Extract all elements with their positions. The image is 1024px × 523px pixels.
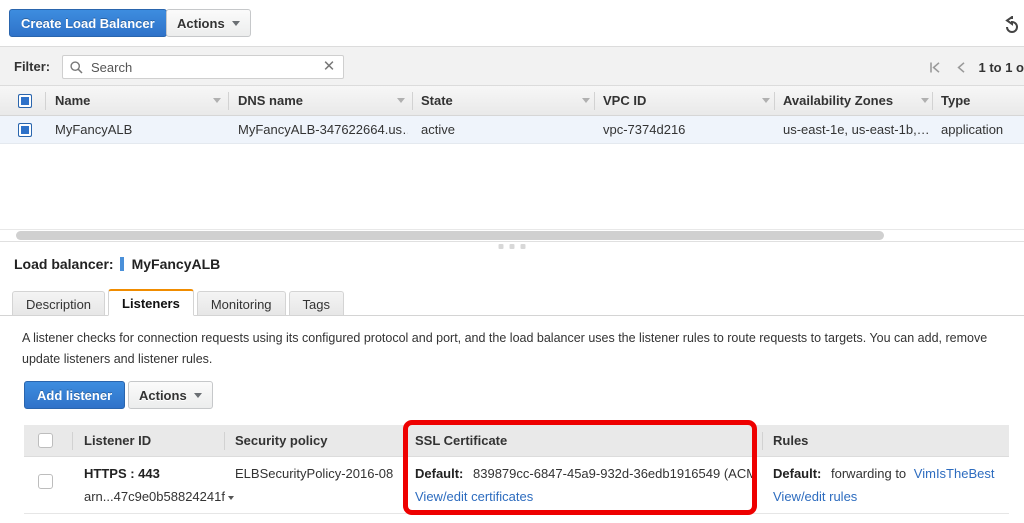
column-header-ssl-certificate[interactable]: SSL Certificate xyxy=(415,425,745,456)
cell-ssl-certificate: Default: 839879cc-6847-45a9-932d-36edb19… xyxy=(415,457,755,513)
listeners-header-row: Listener ID Security policy SSL Certific… xyxy=(24,425,1009,457)
detail-title-name: MyFancyALB xyxy=(131,256,221,272)
select-all-checkbox[interactable] xyxy=(18,86,40,115)
filter-label: Filter: xyxy=(14,59,51,74)
checkbox-icon xyxy=(38,474,53,489)
aws-elb-console-page: Create Load Balancer Actions Filter: ✕ xyxy=(0,0,1024,523)
cell-dns-name: MyFancyALB-347622664.us… xyxy=(238,122,408,137)
chevron-left-icon[interactable] xyxy=(948,55,974,79)
search-input[interactable] xyxy=(89,56,319,78)
listener-arn-text: arn...47c9e0b58824241f xyxy=(84,489,225,504)
actions-button-top[interactable]: Actions xyxy=(166,9,251,37)
tab-listeners[interactable]: Listeners xyxy=(108,289,194,316)
create-load-balancer-label: Create Load Balancer xyxy=(21,15,155,31)
actions-label-top: Actions xyxy=(177,15,225,31)
listener-row-checkbox[interactable] xyxy=(38,474,62,494)
column-header-listener-id[interactable]: Listener ID xyxy=(84,425,234,456)
description-line-2: update listeners and listener rules. xyxy=(22,352,213,366)
column-header-availability-zones[interactable]: Availability Zones xyxy=(783,86,933,115)
detail-tabs: Description Listeners Monitoring Tags xyxy=(12,289,347,316)
top-toolbar: Create Load Balancer Actions xyxy=(0,0,1024,46)
view-edit-rules-link[interactable]: View/edit rules xyxy=(773,489,857,504)
ssl-certificate-value: 839879cc-6847-45a9-932d-36edb1916549 (AC… xyxy=(473,466,755,481)
checkbox-icon xyxy=(38,433,53,448)
security-policy-value: ELBSecurityPolicy-2016-08 xyxy=(235,466,394,481)
horizontal-scrollbar-thumb[interactable] xyxy=(16,231,884,240)
cell-security-policy: ELBSecurityPolicy-2016-08 xyxy=(235,457,410,513)
checkbox-icon xyxy=(18,93,32,108)
table-header-row: Name DNS name State VPC ID Availability … xyxy=(0,86,1024,116)
actions-label-listeners: Actions xyxy=(139,387,187,403)
first-page-icon[interactable] xyxy=(922,55,948,79)
create-load-balancer-button[interactable]: Create Load Balancer xyxy=(9,9,167,37)
listener-protocol-port: HTTPS : 443 xyxy=(84,466,160,481)
column-header-name[interactable]: Name xyxy=(55,86,210,115)
ssl-certificate-line: Default: 839879cc-6847-45a9-932d-36edb19… xyxy=(415,466,755,481)
rules-default-label: Default: xyxy=(773,466,822,481)
tab-description-label: Description xyxy=(26,296,92,312)
cell-availability-zones: us-east-1e, us-east-1b,… xyxy=(783,122,930,137)
checkbox-icon xyxy=(18,122,32,137)
listeners-description: A listener checks for connection request… xyxy=(22,328,1024,370)
listener-arn[interactable]: arn...47c9e0b58824241f xyxy=(84,489,234,504)
tab-tags[interactable]: Tags xyxy=(288,291,345,316)
column-header-state[interactable]: State xyxy=(421,86,576,115)
tab-monitoring[interactable]: Monitoring xyxy=(196,291,286,316)
rules-forwarding-text: forwarding to xyxy=(831,466,907,481)
splitter-grip-handle[interactable] xyxy=(498,244,526,249)
column-header-type[interactable]: Type xyxy=(941,86,1021,115)
cell-rules: Default: forwarding to VimIsTheBest View… xyxy=(773,457,1023,513)
close-icon[interactable]: ✕ xyxy=(321,59,337,75)
tab-tags-label: Tags xyxy=(302,296,331,312)
chevron-down-icon xyxy=(193,392,202,398)
actions-button-listeners[interactable]: Actions xyxy=(128,381,213,409)
rules-target-group-link[interactable]: VimIsTheBest xyxy=(914,466,995,481)
chevron-down-icon xyxy=(227,495,234,500)
search-box[interactable]: ✕ xyxy=(62,55,344,79)
filter-bar: Filter: ✕ 1 t xyxy=(0,46,1024,86)
column-header-vpc-id[interactable]: VPC ID xyxy=(603,86,753,115)
chevron-down-icon xyxy=(231,20,240,26)
listeners-select-all-checkbox[interactable] xyxy=(38,425,62,456)
refresh-icon[interactable] xyxy=(1000,16,1022,36)
load-balancers-table: Name DNS name State VPC ID Availability … xyxy=(0,86,1024,144)
view-edit-certificates-link[interactable]: View/edit certificates xyxy=(415,489,533,504)
tab-monitoring-label: Monitoring xyxy=(210,296,272,312)
column-header-dns-name[interactable]: DNS name xyxy=(238,86,393,115)
column-header-rules[interactable]: Rules xyxy=(773,425,993,456)
tab-description[interactable]: Description xyxy=(12,291,106,316)
search-icon xyxy=(70,61,83,79)
ssl-default-label: Default: xyxy=(415,466,464,481)
rules-default-line: Default: forwarding to VimIsTheBest xyxy=(773,466,994,481)
row-checkbox[interactable] xyxy=(18,116,40,143)
title-accent-bar xyxy=(119,257,124,271)
listeners-table: Listener ID Security policy SSL Certific… xyxy=(24,425,1009,514)
tab-listeners-label: Listeners xyxy=(122,295,180,311)
cell-state: active xyxy=(421,122,455,137)
add-listener-label: Add listener xyxy=(37,387,113,403)
detail-title-label: Load balancer: xyxy=(14,256,114,272)
table-row[interactable]: MyFancyALB MyFancyALB-347622664.us… acti… xyxy=(0,116,1024,144)
add-listener-button[interactable]: Add listener xyxy=(24,381,126,409)
cell-name: MyFancyALB xyxy=(55,122,133,137)
listener-row[interactable]: HTTPS : 443 arn...47c9e0b58824241f ELBSe… xyxy=(24,457,1009,514)
column-header-security-policy[interactable]: Security policy xyxy=(235,425,400,456)
description-line-1: A listener checks for connection request… xyxy=(22,331,988,345)
cell-vpc-id: vpc-7374d216 xyxy=(603,122,686,137)
detail-title: Load balancer: MyFancyALB xyxy=(14,256,220,272)
pagination: 1 to 1 o xyxy=(922,55,1024,79)
pagination-label: 1 to 1 o xyxy=(978,59,1024,75)
cell-type: application xyxy=(941,122,1004,137)
cell-listener-id: HTTPS : 443 arn...47c9e0b58824241f xyxy=(84,457,234,513)
